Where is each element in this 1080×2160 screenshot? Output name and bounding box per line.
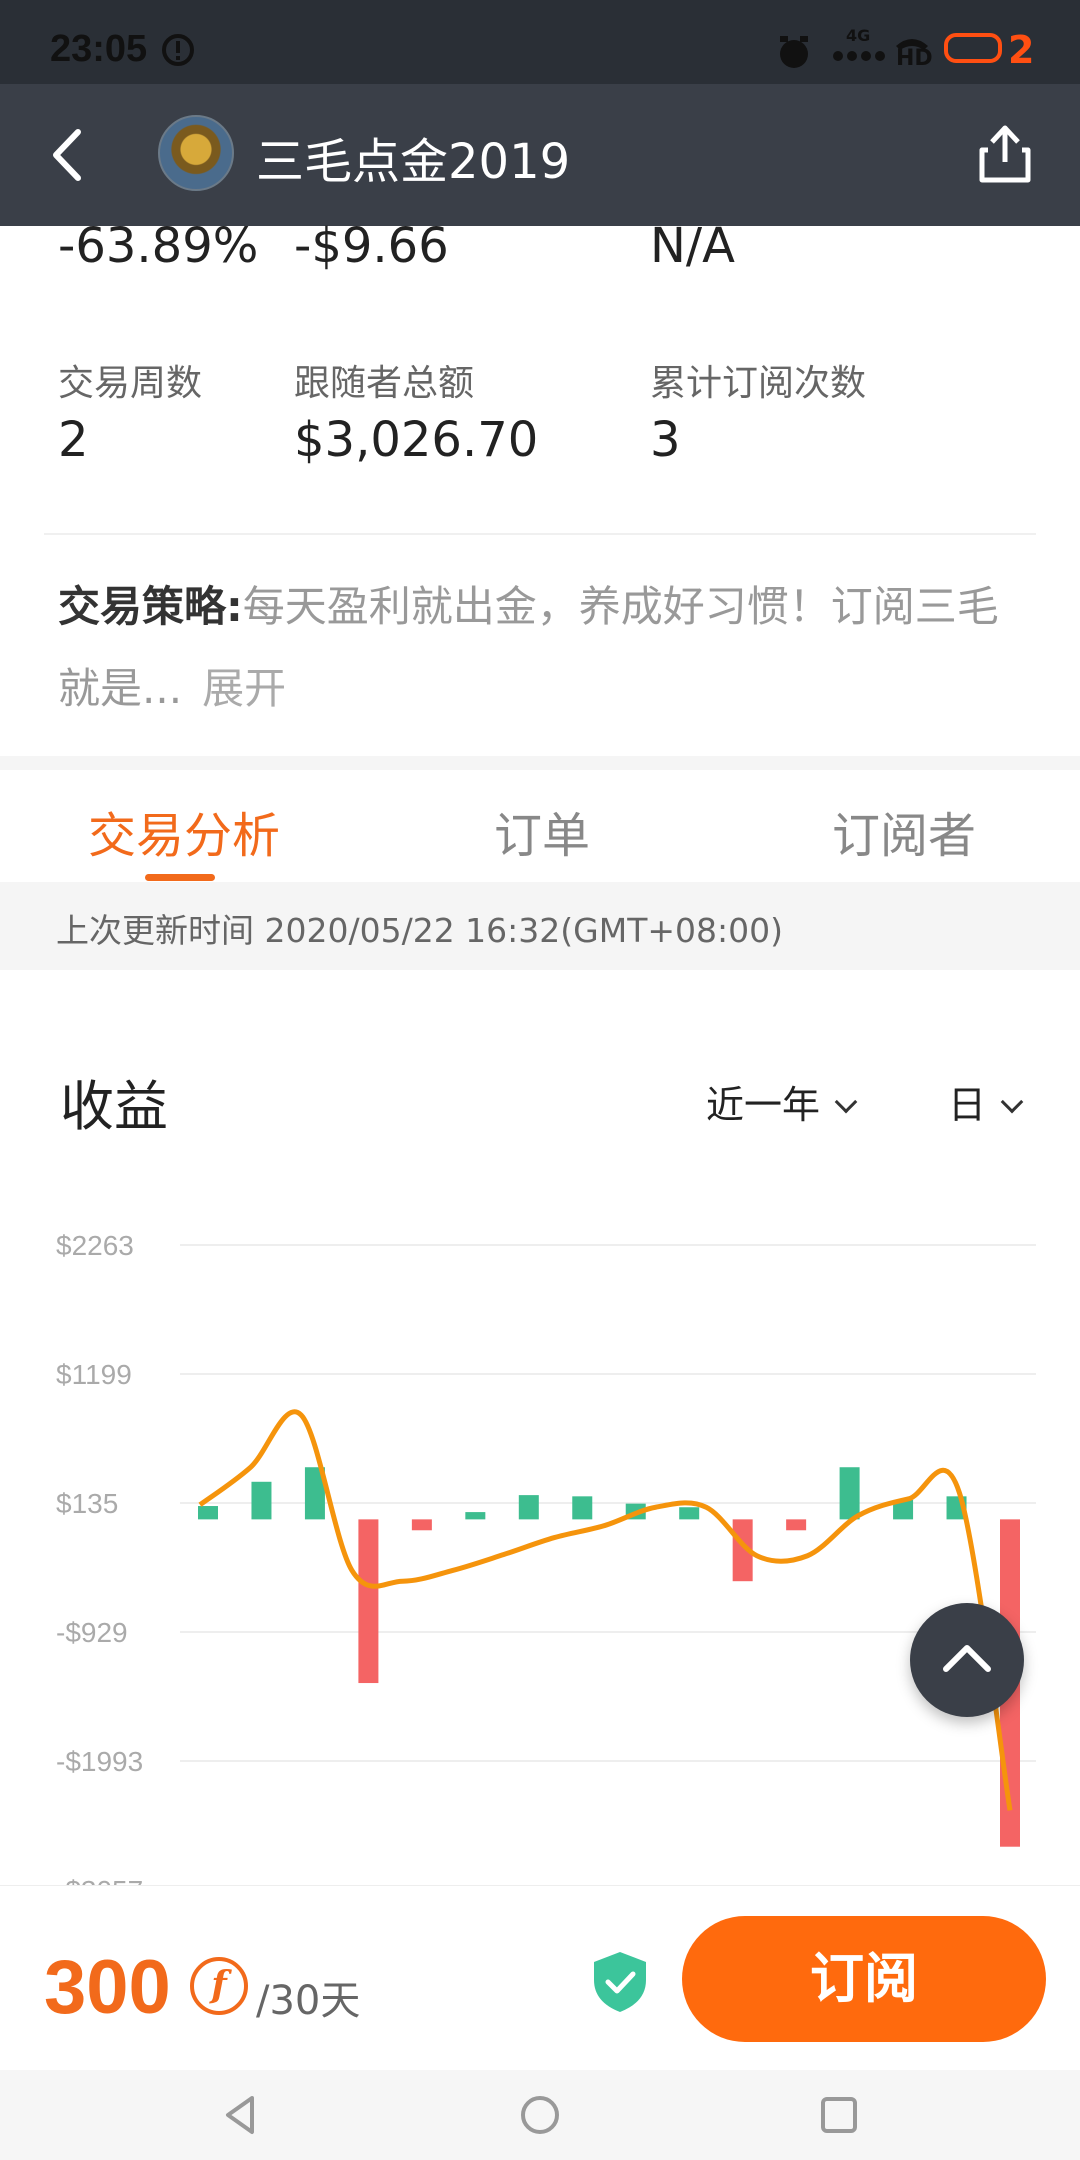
chart-bar [839,1467,860,1520]
subscription-count-label: 累计订阅次数 [650,363,867,404]
return-rate-value: -63.89% [58,218,259,274]
battery-level: 2 [1008,28,1035,72]
strategy-label: 交易策略: [58,582,243,631]
chevron-down-icon [1000,1090,1024,1114]
interval-filter-label: 日 [948,1083,987,1127]
price-period: /30天 [256,1978,361,2024]
chart-bar [411,1519,432,1531]
active-tab-indicator [145,874,215,881]
stats-panel: -63.89% -$9.66 N/A 交易周数 跟随者总额 累计订阅次数 2 $… [0,218,1080,756]
last-updated-text: 上次更新时间 2020/05/22 16:32(GMT+08:00) [56,911,783,950]
subscribe-button[interactable]: 订阅 [682,1916,1046,2042]
chart-section: $2263 $1199 $135 -$929 -$1993 -$3057 收益 近一年 日 [0,970,1080,1885]
alarm-icon [780,36,808,68]
shield-check-icon [594,1952,646,2012]
tab-trade-analysis[interactable]: 交易分析 [88,796,280,866]
price-value: 300 [44,1945,171,2030]
trade-weeks-value: 2 [58,412,89,468]
y-tick-label: -$929 [56,1617,128,1648]
na-value: N/A [650,218,735,274]
circle-home-icon[interactable] [515,2090,565,2140]
avatar[interactable] [158,115,234,191]
chart-title: 收益 [60,1075,168,1138]
scroll-to-top-button[interactable] [910,1603,1024,1717]
tab-bar: 交易分析 订单 订阅者 [0,770,1080,882]
follower-total-value: $3,026.70 [294,412,539,468]
follower-total-label: 跟随者总额 [294,363,475,404]
range-filter-dropdown[interactable]: 近一年 [706,1074,858,1129]
app-bar: 三毛点金2019 [0,84,1080,226]
cumulative-line [198,1409,1013,1811]
chart-bar [786,1519,807,1531]
subscribe-bar: 300 f /30天 订阅 [0,1885,1080,2070]
range-filter-label: 近一年 [706,1083,821,1127]
share-icon[interactable] [970,118,1040,188]
network-type: 4G [846,26,871,45]
chart-bar [251,1481,272,1520]
expand-link[interactable]: 展开 [202,664,286,713]
interval-filter-dropdown[interactable]: 日 [948,1074,1024,1129]
chart-bar [358,1519,379,1684]
hd-label: HD [896,46,933,71]
y-tick-label: $1199 [56,1359,132,1390]
square-recents-icon[interactable] [814,2090,864,2140]
chevron-left-icon[interactable] [36,120,106,190]
battery-icon [944,33,1002,63]
chart-bar [518,1495,539,1520]
coin-icon: f [190,1957,248,2015]
system-nav-bar [0,2070,1080,2160]
y-tick-label: $2263 [56,1230,134,1261]
subscription-count-value: 3 [650,412,681,468]
chart-bar [679,1507,700,1520]
tab-subscribers[interactable]: 订阅者 [832,796,976,866]
y-tick-label: -$1993 [56,1746,143,1777]
profit-value: -$9.66 [294,218,449,274]
tab-orders[interactable]: 订单 [494,796,590,866]
section-gap [0,756,1080,770]
update-bar: 上次更新时间 2020/05/22 16:32(GMT+08:00) [0,882,1080,970]
divider [44,533,1036,535]
chart-bar [465,1512,486,1520]
chart-bar [572,1496,593,1520]
strategy-text: 交易策略:每天盈利就出金，养成好习惯！订阅三毛就是... 展开 [58,566,1028,730]
triangle-back-icon[interactable] [216,2090,266,2140]
chevron-up-icon [943,1645,991,1672]
signal-dots-icon [833,51,885,61]
status-time: 23:05 [50,28,148,70]
y-tick-label: -$3057 [56,1875,143,1885]
chart-bar [198,1506,218,1520]
y-tick-label: $135 [56,1488,118,1519]
page-title: 三毛点金2019 [256,134,571,190]
trade-weeks-label: 交易周数 [58,363,203,404]
status-bar: 23:05 4G HD 2 [0,0,1080,84]
info-icon [162,34,194,66]
chevron-down-icon [834,1090,858,1114]
